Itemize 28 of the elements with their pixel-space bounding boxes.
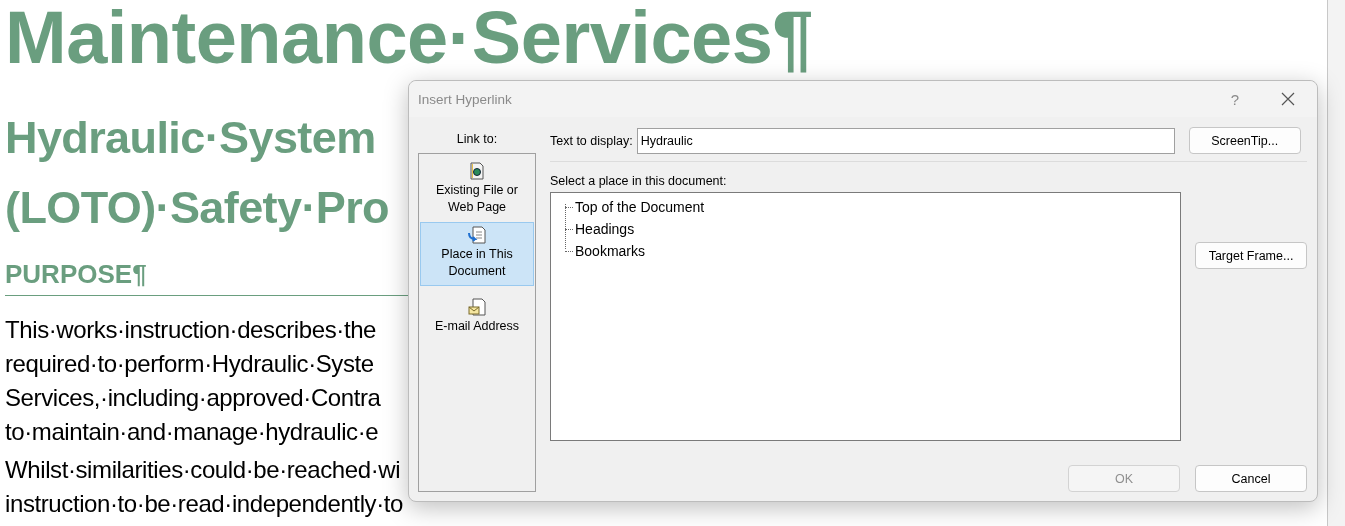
tree-item[interactable]: Bookmarks xyxy=(575,243,646,259)
link-type-item[interactable]: Existing File or Web Page xyxy=(420,158,534,222)
body-text-line: Services,·including·approved·Contra xyxy=(5,383,381,413)
dialog-button[interactable]: Cancel xyxy=(1195,465,1307,492)
section-heading: PURPOSE¶ xyxy=(5,259,408,296)
tree-item[interactable]: Top of the Document xyxy=(575,199,705,215)
body-text-line: This·works·instruction·describes·the xyxy=(5,315,377,345)
dialog-title: Insert Hyperlink xyxy=(418,91,513,107)
select-place-label: Select a place in this document: xyxy=(550,174,728,188)
body-text-line: required·to·perform·Hydraulic·Syste xyxy=(5,349,374,379)
document-globe-icon xyxy=(469,162,485,180)
body-text-line: instruction·to·be·read·independently·to xyxy=(5,489,403,519)
link-to-label: Link to: xyxy=(456,132,498,146)
target-frame-button[interactable]: Target Frame... xyxy=(1195,242,1307,269)
tree-item[interactable]: Headings xyxy=(575,221,635,237)
text-to-display-field[interactable]: Hydraulic xyxy=(636,127,1175,154)
text-to-display-label: Text to display: xyxy=(550,133,633,148)
screentip-button[interactable]: ScreenTip... xyxy=(1188,127,1301,154)
body-text-line: Whilst·similarities·could·be·reached·wi xyxy=(5,455,401,485)
close-icon[interactable] xyxy=(1281,92,1295,106)
document-title: Maintenance·Services¶ xyxy=(5,0,814,78)
document-arrow-icon xyxy=(468,226,486,244)
link-type-item[interactable]: E-mail Address xyxy=(420,294,534,341)
document-envelope-icon xyxy=(468,298,486,316)
document-heading: (LOTO)·Safety·Pro xyxy=(5,181,389,235)
body-text-line: to·maintain·and·manage·hydraulic·e xyxy=(5,417,379,447)
link-type-item[interactable]: Place in This Document xyxy=(420,222,534,286)
document-heading: Hydraulic·System xyxy=(5,111,376,165)
